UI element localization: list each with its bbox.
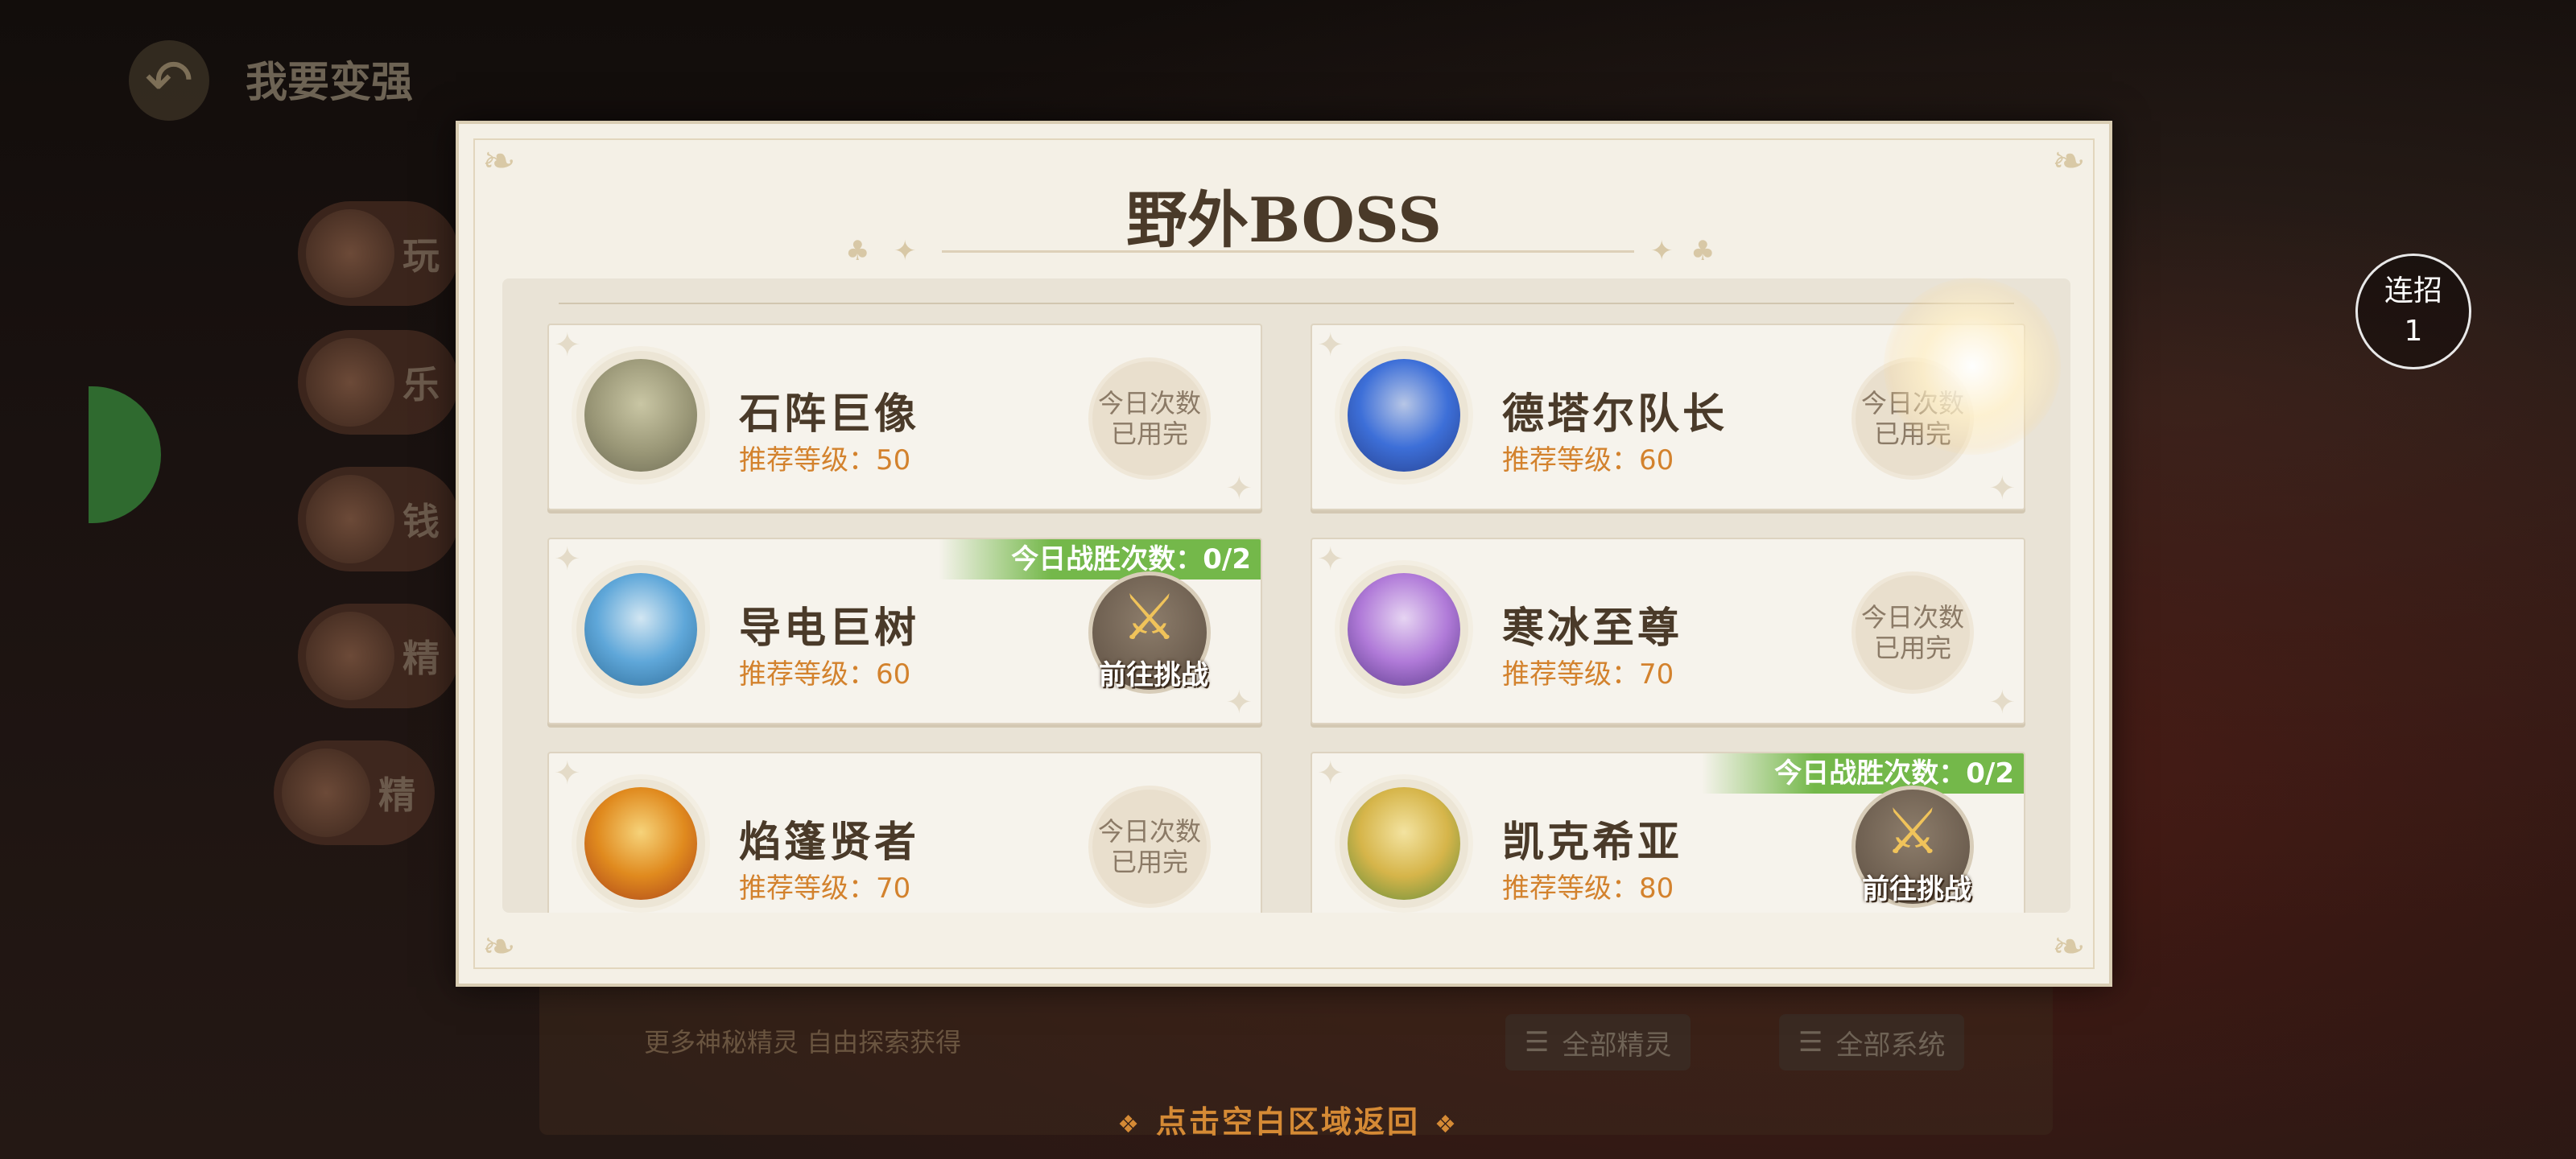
boss-avatar [1348, 359, 1460, 472]
sparkle-icon: ✦ [894, 235, 917, 267]
club-icon: ♣ [1690, 235, 1715, 267]
boss-recommended-level: 推荐等级：50 [739, 444, 911, 476]
star-icon [306, 338, 394, 427]
boss-recommended-level: 推荐等级：60 [1502, 444, 1674, 476]
side-menu-item-5[interactable]: 精 [274, 740, 435, 845]
title-divider: ♣ ✦ ✦ ♣ [459, 235, 2109, 267]
background-footer-note: 更多神秘精灵 自由探索获得 [644, 1027, 962, 1058]
boss-card-kekexia[interactable]: ✦ 今日战胜次数：0/2 凯克希亚 推荐等级：80 ⚔ 前往挑战 [1311, 752, 2025, 913]
boss-avatar [584, 787, 697, 900]
go-challenge-button[interactable]: ⚔ 前往挑战 [1852, 786, 1974, 908]
side-menu-item-3[interactable]: 钱 [298, 467, 459, 571]
boss-avatar [584, 573, 697, 686]
menu-icon: ☰ [1525, 1026, 1550, 1058]
sparkle-icon: ✦ [554, 327, 581, 364]
background-page-title: 我要变强 [246, 59, 414, 107]
sparkle-icon: ✦ [1225, 470, 1253, 507]
attempts-used-up-badge: 今日次数 已用完 [1088, 786, 1211, 908]
sparkle-icon: ✦ [1225, 684, 1253, 721]
combo-count: 1 [2404, 315, 2423, 348]
star-icon [306, 612, 394, 700]
boss-name: 导电巨树 [739, 604, 920, 653]
boss-name: 德塔尔队长 [1502, 390, 1728, 439]
boss-card-conductive-tree[interactable]: ✦ ✦ 今日战胜次数：0/2 导电巨树 推荐等级：60 ⚔ 前往挑战 [547, 538, 1262, 724]
compass-icon [282, 749, 370, 837]
sparkle-icon: ✦ [1317, 541, 1344, 578]
tap-blank-to-return-hint: ❖ 点击空白区域返回 ❖ [1117, 1104, 1459, 1140]
boss-portrait [572, 346, 710, 485]
boss-name: 凯克希亚 [1502, 819, 1683, 867]
corner-ornament-icon: ❧ [2052, 923, 2086, 970]
boss-card-ice-supreme[interactable]: ✦ ✦ 寒冰至尊 推荐等级：70 今日次数 已用完 [1311, 538, 2025, 724]
all-systems-button[interactable]: ☰ 全部系统 [1779, 1014, 1965, 1070]
boss-portrait [572, 774, 710, 913]
boss-portrait [572, 560, 710, 699]
boss-avatar [584, 359, 697, 472]
boss-portrait [1335, 346, 1473, 485]
diamond-arrow-icon: ❖ [1435, 1111, 1459, 1139]
boss-recommended-level: 推荐等级：80 [1502, 872, 1674, 905]
attempts-used-up-badge: 今日次数 已用完 [1852, 571, 1974, 694]
boss-portrait [1335, 774, 1473, 913]
corner-ornament-icon: ❧ [482, 923, 516, 970]
side-menu-item-1[interactable]: 玩 [298, 201, 459, 306]
menu-icon: ☰ [1798, 1026, 1823, 1058]
tap-glow-effect [1884, 278, 2061, 455]
sparkle-icon: ✦ [554, 755, 581, 792]
diamond-arrow-icon: ❖ [1117, 1111, 1141, 1139]
boss-name: 石阵巨像 [739, 390, 920, 439]
field-boss-dialog: ❧ ❧ ❧ ❧ 野外BOSS ♣ ✦ ✦ ♣ ✦ ✦ 石阵巨像 推荐等级：50 … [456, 121, 2112, 987]
boss-name: 寒冰至尊 [1502, 604, 1683, 653]
daily-wins-banner: 今日战胜次数：0/2 [1702, 753, 2024, 794]
crossed-swords-icon: ⚔ [1885, 796, 1941, 868]
side-menu-item-2[interactable]: 乐 [298, 330, 459, 435]
side-menu-item-4[interactable]: 精 [298, 604, 459, 708]
back-button[interactable]: ↶ [129, 40, 209, 121]
boss-avatar [1348, 787, 1460, 900]
star-icon [306, 475, 394, 563]
combo-badge[interactable]: 连招 1 [2355, 254, 2471, 369]
back-arrow-icon: ↶ [144, 47, 194, 114]
club-icon: ♣ [845, 235, 870, 267]
go-challenge-button[interactable]: ⚔ 前往挑战 [1088, 571, 1211, 694]
sparkle-icon: ✦ [1317, 755, 1344, 792]
boss-list[interactable]: ✦ ✦ 石阵巨像 推荐等级：50 今日次数 已用完 ✦ ✦ 德塔尔队长 推荐等级… [502, 278, 2070, 913]
sparkle-icon: ✦ [554, 541, 581, 578]
boss-name: 焰篷贤者 [739, 819, 920, 867]
boss-card-flame-sage[interactable]: ✦ 焰篷贤者 推荐等级：70 今日次数 已用完 [547, 752, 1262, 913]
boss-card-stone-colossus[interactable]: ✦ ✦ 石阵巨像 推荐等级：50 今日次数 已用完 [547, 324, 1262, 510]
sparkle-icon: ✦ [1650, 235, 1674, 267]
attempts-used-up-badge: 今日次数 已用完 [1088, 357, 1211, 480]
star-icon [306, 209, 394, 298]
daily-wins-banner: 今日战胜次数：0/2 [939, 539, 1261, 580]
boss-avatar [1348, 573, 1460, 686]
boss-portrait [1335, 560, 1473, 699]
boss-recommended-level: 推荐等级：60 [739, 658, 911, 691]
crossed-swords-icon: ⚔ [1121, 582, 1178, 654]
combo-label: 连招 [2384, 274, 2442, 307]
sparkle-icon: ✦ [1317, 327, 1344, 364]
boss-recommended-level: 推荐等级：70 [739, 872, 911, 905]
sparkle-icon: ✦ [1988, 684, 2016, 721]
all-sprites-button[interactable]: ☰ 全部精灵 [1505, 1014, 1691, 1070]
boss-recommended-level: 推荐等级：70 [1502, 658, 1674, 691]
sparkle-icon: ✦ [1988, 470, 2016, 507]
